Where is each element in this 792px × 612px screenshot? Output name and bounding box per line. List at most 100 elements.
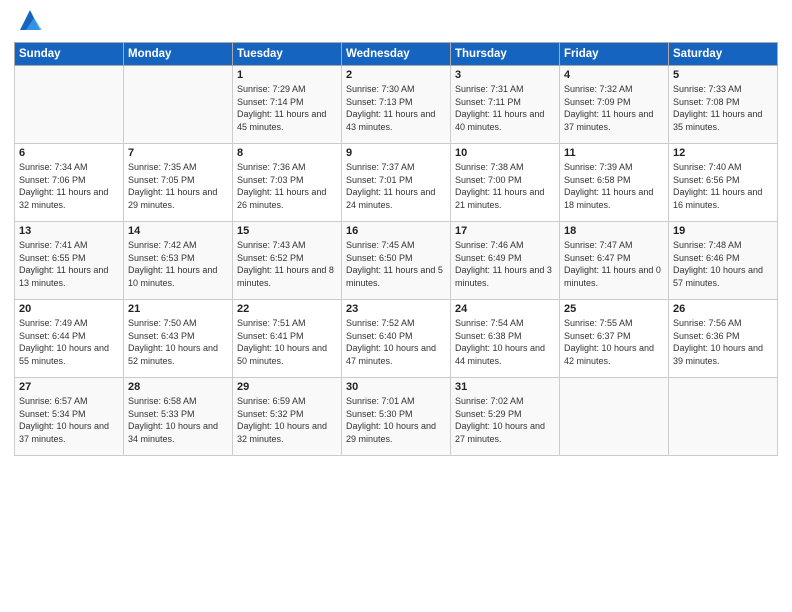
- day-info: Sunrise: 7:40 AM Sunset: 6:56 PM Dayligh…: [673, 161, 773, 211]
- day-header-sunday: Sunday: [15, 43, 124, 66]
- day-info: Sunrise: 6:58 AM Sunset: 5:33 PM Dayligh…: [128, 395, 228, 445]
- day-cell: 11 Sunrise: 7:39 AM Sunset: 6:58 PM Dayli…: [560, 144, 669, 222]
- day-number: 1: [237, 69, 337, 81]
- day-number: 26: [673, 303, 773, 315]
- day-info: Sunrise: 7:39 AM Sunset: 6:58 PM Dayligh…: [564, 161, 664, 211]
- day-info: Sunrise: 7:35 AM Sunset: 7:05 PM Dayligh…: [128, 161, 228, 211]
- week-row-1: 1 Sunrise: 7:29 AM Sunset: 7:14 PM Daylig…: [15, 66, 778, 144]
- day-number: 10: [455, 147, 555, 159]
- day-cell: 22 Sunrise: 7:51 AM Sunset: 6:41 PM Dayli…: [233, 300, 342, 378]
- day-number: 18: [564, 225, 664, 237]
- day-number: 12: [673, 147, 773, 159]
- day-cell: 30 Sunrise: 7:01 AM Sunset: 5:30 PM Dayli…: [342, 378, 451, 456]
- day-number: 29: [237, 381, 337, 393]
- day-cell: [669, 378, 778, 456]
- day-cell: 1 Sunrise: 7:29 AM Sunset: 7:14 PM Daylig…: [233, 66, 342, 144]
- day-cell: 4 Sunrise: 7:32 AM Sunset: 7:09 PM Daylig…: [560, 66, 669, 144]
- day-number: 23: [346, 303, 446, 315]
- day-info: Sunrise: 7:47 AM Sunset: 6:47 PM Dayligh…: [564, 239, 664, 289]
- day-number: 21: [128, 303, 228, 315]
- day-number: 16: [346, 225, 446, 237]
- day-header-tuesday: Tuesday: [233, 43, 342, 66]
- day-cell: 12 Sunrise: 7:40 AM Sunset: 6:56 PM Dayli…: [669, 144, 778, 222]
- day-info: Sunrise: 7:34 AM Sunset: 7:06 PM Dayligh…: [19, 161, 119, 211]
- day-info: Sunrise: 7:36 AM Sunset: 7:03 PM Dayligh…: [237, 161, 337, 211]
- day-cell: 29 Sunrise: 6:59 AM Sunset: 5:32 PM Dayli…: [233, 378, 342, 456]
- day-info: Sunrise: 7:31 AM Sunset: 7:11 PM Dayligh…: [455, 83, 555, 133]
- day-cell: 13 Sunrise: 7:41 AM Sunset: 6:55 PM Dayli…: [15, 222, 124, 300]
- day-cell: 19 Sunrise: 7:48 AM Sunset: 6:46 PM Dayli…: [669, 222, 778, 300]
- page: SundayMondayTuesdayWednesdayThursdayFrid…: [0, 0, 792, 612]
- day-info: Sunrise: 7:38 AM Sunset: 7:00 PM Dayligh…: [455, 161, 555, 211]
- day-info: Sunrise: 7:54 AM Sunset: 6:38 PM Dayligh…: [455, 317, 555, 367]
- day-cell: 25 Sunrise: 7:55 AM Sunset: 6:37 PM Dayli…: [560, 300, 669, 378]
- day-info: Sunrise: 7:52 AM Sunset: 6:40 PM Dayligh…: [346, 317, 446, 367]
- day-info: Sunrise: 7:41 AM Sunset: 6:55 PM Dayligh…: [19, 239, 119, 289]
- day-cell: 27 Sunrise: 6:57 AM Sunset: 5:34 PM Dayli…: [15, 378, 124, 456]
- logo-icon: [16, 6, 44, 34]
- day-info: Sunrise: 7:30 AM Sunset: 7:13 PM Dayligh…: [346, 83, 446, 133]
- day-cell: 10 Sunrise: 7:38 AM Sunset: 7:00 PM Dayli…: [451, 144, 560, 222]
- day-cell: 7 Sunrise: 7:35 AM Sunset: 7:05 PM Daylig…: [124, 144, 233, 222]
- day-number: 15: [237, 225, 337, 237]
- day-header-saturday: Saturday: [669, 43, 778, 66]
- calendar-table: SundayMondayTuesdayWednesdayThursdayFrid…: [14, 42, 778, 456]
- day-info: Sunrise: 7:45 AM Sunset: 6:50 PM Dayligh…: [346, 239, 446, 289]
- header: [14, 10, 778, 34]
- day-cell: [124, 66, 233, 144]
- day-number: 25: [564, 303, 664, 315]
- day-info: Sunrise: 6:57 AM Sunset: 5:34 PM Dayligh…: [19, 395, 119, 445]
- day-number: 20: [19, 303, 119, 315]
- day-info: Sunrise: 7:32 AM Sunset: 7:09 PM Dayligh…: [564, 83, 664, 133]
- day-number: 13: [19, 225, 119, 237]
- day-number: 22: [237, 303, 337, 315]
- day-number: 11: [564, 147, 664, 159]
- day-number: 31: [455, 381, 555, 393]
- day-cell: 24 Sunrise: 7:54 AM Sunset: 6:38 PM Dayli…: [451, 300, 560, 378]
- day-cell: 6 Sunrise: 7:34 AM Sunset: 7:06 PM Daylig…: [15, 144, 124, 222]
- day-info: Sunrise: 6:59 AM Sunset: 5:32 PM Dayligh…: [237, 395, 337, 445]
- day-number: 27: [19, 381, 119, 393]
- day-info: Sunrise: 7:50 AM Sunset: 6:43 PM Dayligh…: [128, 317, 228, 367]
- day-info: Sunrise: 7:46 AM Sunset: 6:49 PM Dayligh…: [455, 239, 555, 289]
- day-number: 3: [455, 69, 555, 81]
- day-info: Sunrise: 7:01 AM Sunset: 5:30 PM Dayligh…: [346, 395, 446, 445]
- day-cell: [560, 378, 669, 456]
- header-row: SundayMondayTuesdayWednesdayThursdayFrid…: [15, 43, 778, 66]
- day-cell: 16 Sunrise: 7:45 AM Sunset: 6:50 PM Dayli…: [342, 222, 451, 300]
- day-number: 4: [564, 69, 664, 81]
- day-cell: 8 Sunrise: 7:36 AM Sunset: 7:03 PM Daylig…: [233, 144, 342, 222]
- day-cell: 31 Sunrise: 7:02 AM Sunset: 5:29 PM Dayli…: [451, 378, 560, 456]
- day-number: 9: [346, 147, 446, 159]
- day-cell: 15 Sunrise: 7:43 AM Sunset: 6:52 PM Dayli…: [233, 222, 342, 300]
- day-info: Sunrise: 7:56 AM Sunset: 6:36 PM Dayligh…: [673, 317, 773, 367]
- day-cell: 21 Sunrise: 7:50 AM Sunset: 6:43 PM Dayli…: [124, 300, 233, 378]
- day-cell: 3 Sunrise: 7:31 AM Sunset: 7:11 PM Daylig…: [451, 66, 560, 144]
- day-cell: 2 Sunrise: 7:30 AM Sunset: 7:13 PM Daylig…: [342, 66, 451, 144]
- day-header-thursday: Thursday: [451, 43, 560, 66]
- day-info: Sunrise: 7:02 AM Sunset: 5:29 PM Dayligh…: [455, 395, 555, 445]
- day-cell: 17Sunrise: 7:46 AM Sunset: 6:49 PM Dayli…: [451, 222, 560, 300]
- day-info: Sunrise: 7:55 AM Sunset: 6:37 PM Dayligh…: [564, 317, 664, 367]
- day-number: 6: [19, 147, 119, 159]
- day-cell: [15, 66, 124, 144]
- week-row-5: 27 Sunrise: 6:57 AM Sunset: 5:34 PM Dayli…: [15, 378, 778, 456]
- day-info: Sunrise: 7:49 AM Sunset: 6:44 PM Dayligh…: [19, 317, 119, 367]
- day-cell: 28 Sunrise: 6:58 AM Sunset: 5:33 PM Dayli…: [124, 378, 233, 456]
- day-number: 19: [673, 225, 773, 237]
- day-header-friday: Friday: [560, 43, 669, 66]
- day-number: 30: [346, 381, 446, 393]
- day-info: Sunrise: 7:51 AM Sunset: 6:41 PM Dayligh…: [237, 317, 337, 367]
- day-header-wednesday: Wednesday: [342, 43, 451, 66]
- day-number: 24: [455, 303, 555, 315]
- day-number: 7: [128, 147, 228, 159]
- day-number: 28: [128, 381, 228, 393]
- day-info: Sunrise: 7:48 AM Sunset: 6:46 PM Dayligh…: [673, 239, 773, 289]
- day-info: Sunrise: 7:43 AM Sunset: 6:52 PM Dayligh…: [237, 239, 337, 289]
- day-info: Sunrise: 7:29 AM Sunset: 7:14 PM Dayligh…: [237, 83, 337, 133]
- day-number: 2: [346, 69, 446, 81]
- day-number: 8: [237, 147, 337, 159]
- day-cell: 23 Sunrise: 7:52 AM Sunset: 6:40 PM Dayli…: [342, 300, 451, 378]
- day-info: Sunrise: 7:37 AM Sunset: 7:01 PM Dayligh…: [346, 161, 446, 211]
- day-info: Sunrise: 7:33 AM Sunset: 7:08 PM Dayligh…: [673, 83, 773, 133]
